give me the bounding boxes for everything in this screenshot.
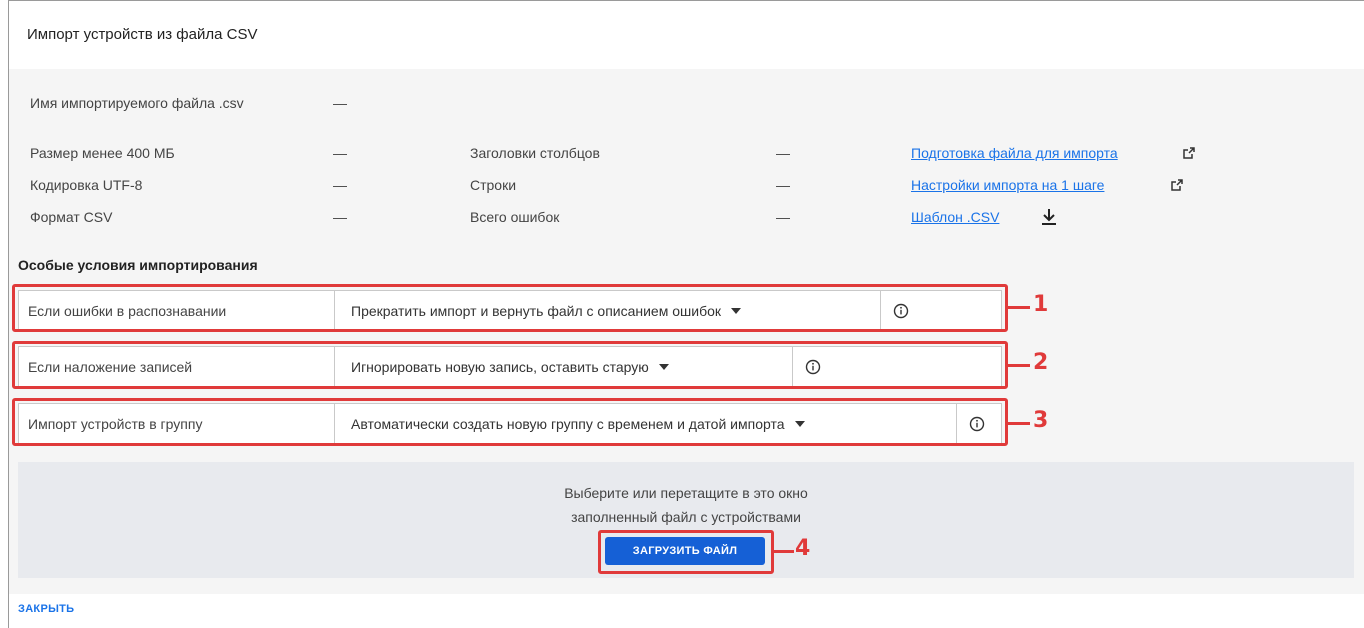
check-size-label: Размер менее 400 МБ bbox=[30, 145, 175, 161]
callout-number-4: 4 bbox=[795, 536, 811, 561]
dropzone-text-line1: Выберите или перетащите в это окно bbox=[564, 485, 808, 501]
callout-box-3 bbox=[12, 398, 1008, 446]
check-format-label: Формат CSV bbox=[30, 209, 113, 225]
stat-headers-label: Заголовки столбцов bbox=[470, 145, 600, 161]
close-button[interactable]: ЗАКРЫТЬ bbox=[18, 603, 74, 615]
callout-line-3 bbox=[1008, 422, 1030, 425]
csv-template-link[interactable]: Шаблон .CSV bbox=[911, 209, 999, 225]
stat-rows-label: Строки bbox=[470, 177, 517, 193]
external-link-icon[interactable] bbox=[1171, 179, 1183, 191]
import-settings-link[interactable]: Настройки импорта на 1 шаге bbox=[911, 177, 1104, 193]
dialog-header: Импорт устройств из файла CSV bbox=[9, 1, 1364, 69]
check-format-value: — bbox=[333, 209, 347, 225]
callout-line-1 bbox=[1008, 306, 1030, 309]
callout-box-1 bbox=[12, 284, 1008, 332]
file-name-label: Имя импортируемого файла .csv bbox=[30, 95, 244, 111]
file-name-value: — bbox=[333, 95, 347, 111]
prepare-file-link[interactable]: Подготовка файла для импорта bbox=[911, 145, 1118, 161]
callout-number-3: 3 bbox=[1033, 408, 1049, 433]
stat-errors-label: Всего ошибок bbox=[470, 209, 560, 225]
external-link-icon[interactable] bbox=[1183, 147, 1195, 159]
callout-box-4 bbox=[598, 530, 774, 574]
stat-rows-value: — bbox=[776, 177, 790, 193]
stat-errors-value: — bbox=[776, 209, 790, 225]
callout-number-2: 2 bbox=[1033, 350, 1049, 375]
callout-line-2 bbox=[1008, 364, 1030, 367]
download-icon[interactable] bbox=[1041, 208, 1057, 226]
callout-box-2 bbox=[12, 341, 1008, 389]
special-conditions-title: Особые условия импортирования bbox=[18, 257, 258, 273]
callout-line-4 bbox=[774, 550, 794, 553]
dialog-title: Импорт устройств из файла CSV bbox=[27, 26, 258, 43]
check-encoding-label: Кодировка UTF-8 bbox=[30, 177, 143, 193]
check-encoding-value: — bbox=[333, 177, 347, 193]
check-size-value: — bbox=[333, 145, 347, 161]
dropzone-text-line2: заполненный файл с устройствами bbox=[571, 509, 801, 525]
callout-number-1: 1 bbox=[1033, 292, 1049, 317]
stat-headers-value: — bbox=[776, 145, 790, 161]
